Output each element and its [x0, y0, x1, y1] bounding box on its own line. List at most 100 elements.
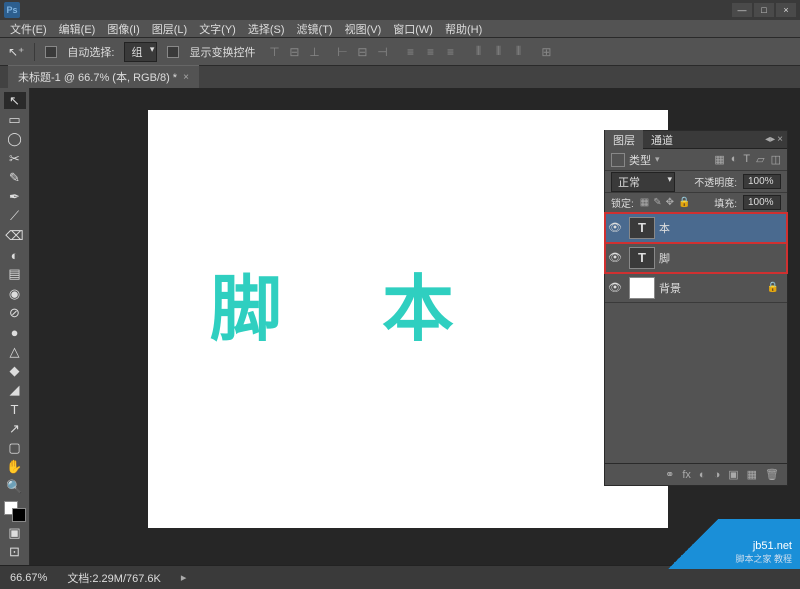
- crop-tool[interactable]: ✂: [4, 150, 26, 167]
- panel-collapse-icon[interactable]: ◂▸: [765, 134, 775, 145]
- align-left-icon[interactable]: ⊢: [333, 43, 351, 61]
- menu-select[interactable]: 选择(S): [244, 21, 289, 37]
- layer-row[interactable]: 👁 背景 🔒: [605, 273, 787, 303]
- menu-file[interactable]: 文件(E): [6, 21, 51, 37]
- menu-help[interactable]: 帮助(H): [441, 21, 486, 37]
- type-tool[interactable]: T: [4, 401, 26, 418]
- group-layers-icon[interactable]: ▣: [728, 468, 738, 481]
- visibility-toggle[interactable]: 👁: [605, 221, 625, 234]
- lock-label: 锁定:: [611, 195, 634, 210]
- dodge-tool[interactable]: ◐: [4, 246, 26, 263]
- menu-view[interactable]: 视图(V): [341, 21, 386, 37]
- tab-close-icon[interactable]: ×: [183, 72, 189, 83]
- delete-layer-icon[interactable]: 🗑: [765, 468, 779, 481]
- fill-input[interactable]: 100%: [743, 195, 781, 210]
- gradient-tool[interactable]: ▤: [4, 266, 26, 283]
- smudge-tool[interactable]: △: [4, 343, 26, 360]
- auto-select-checkbox[interactable]: [45, 46, 57, 58]
- dist-right-icon[interactable]: ⦀: [509, 43, 527, 61]
- align-right-icon[interactable]: ⊣: [373, 43, 391, 61]
- lock-position-icon[interactable]: ✥: [666, 197, 674, 208]
- shape-tool[interactable]: ▢: [4, 439, 26, 456]
- panel-tabs: 图层 通道 ◂▸ ×: [605, 131, 787, 149]
- zoom-tool[interactable]: 🔍: [4, 478, 26, 495]
- screenmode-toggle[interactable]: ⊡: [4, 544, 26, 561]
- lock-icons: ▦ ✎ ✥ 🔒: [640, 197, 691, 208]
- dist-bottom-icon[interactable]: ≡: [441, 43, 459, 61]
- dist-top-icon[interactable]: ≡: [401, 43, 419, 61]
- lock-pixels-icon[interactable]: ✎: [653, 197, 661, 208]
- filter-type-icon[interactable]: [611, 153, 625, 167]
- doc-info-arrow-icon[interactable]: ▸: [181, 571, 187, 584]
- pen-tool[interactable]: ◢: [4, 381, 26, 398]
- menu-edit[interactable]: 编辑(E): [55, 21, 100, 37]
- layer-style-icon[interactable]: fx: [682, 469, 691, 481]
- menu-filter[interactable]: 滤镜(T): [293, 21, 337, 37]
- blend-mode-dropdown[interactable]: 正常: [611, 172, 675, 192]
- menu-window[interactable]: 窗口(W): [389, 21, 437, 37]
- marquee-tool[interactable]: ▭: [4, 111, 26, 128]
- bucket-tool[interactable]: ●: [4, 324, 26, 341]
- blur-tool[interactable]: ◉: [4, 285, 26, 302]
- layer-row[interactable]: 👁 T 本: [605, 213, 787, 243]
- visibility-toggle[interactable]: 👁: [605, 251, 625, 264]
- auto-align-icon[interactable]: ⊞: [537, 43, 555, 61]
- align-bottom-icon[interactable]: ⊥: [305, 43, 323, 61]
- path-tool[interactable]: ↗: [4, 420, 26, 437]
- dist-hcenter-icon[interactable]: ⦀: [489, 43, 507, 61]
- background-swatch[interactable]: [12, 508, 26, 522]
- hand-tool[interactable]: ✋: [4, 459, 26, 476]
- dist-vcenter-icon[interactable]: ≡: [421, 43, 439, 61]
- sponge-tool[interactable]: ◆: [4, 362, 26, 379]
- layer-name[interactable]: 本: [659, 220, 787, 236]
- distribute-group-2: ⦀ ⦀ ⦀: [469, 43, 527, 61]
- lock-all-icon[interactable]: 🔒: [678, 197, 690, 208]
- align-vcenter-icon[interactable]: ⊟: [285, 43, 303, 61]
- move-tool[interactable]: ↖: [4, 92, 26, 109]
- filter-adjust-icon[interactable]: ◐: [731, 153, 738, 166]
- menu-image[interactable]: 图像(I): [103, 21, 143, 37]
- show-transform-checkbox[interactable]: [167, 46, 179, 58]
- lasso-tool[interactable]: ◯: [4, 131, 26, 148]
- brush-tool[interactable]: ✒: [4, 188, 26, 205]
- eraser-tool[interactable]: ⌫: [4, 227, 26, 244]
- menu-type[interactable]: 文字(Y): [195, 21, 240, 37]
- new-layer-icon[interactable]: ▦: [747, 468, 757, 481]
- align-top-icon[interactable]: ⊤: [265, 43, 283, 61]
- layer-name[interactable]: 背景: [659, 280, 767, 296]
- adjustment-layer-icon[interactable]: ◑: [714, 469, 721, 481]
- document-tab[interactable]: 未标题-1 @ 66.7% (本, RGB/8) * ×: [8, 65, 199, 88]
- filter-shape-icon[interactable]: ▱: [756, 153, 764, 166]
- doc-info[interactable]: 文档:2.29M/767.6K: [67, 570, 161, 586]
- close-button[interactable]: ×: [776, 3, 796, 17]
- minimize-button[interactable]: —: [732, 3, 752, 17]
- clone-tool[interactable]: ⊘: [4, 304, 26, 321]
- lock-transparency-icon[interactable]: ▦: [640, 197, 649, 208]
- quickmask-toggle[interactable]: ▣: [4, 524, 26, 541]
- filter-pixel-icon[interactable]: ▦: [714, 153, 724, 166]
- align-hcenter-icon[interactable]: ⊟: [353, 43, 371, 61]
- tab-layers[interactable]: 图层: [605, 130, 643, 150]
- filter-type-t-icon[interactable]: T: [743, 153, 750, 166]
- layer-name[interactable]: 脚: [659, 250, 787, 266]
- filter-label: 类型: [629, 152, 651, 168]
- layer-row[interactable]: 👁 T 脚: [605, 243, 787, 273]
- healing-tool[interactable]: ⟋: [4, 208, 26, 225]
- dist-left-icon[interactable]: ⦀: [469, 43, 487, 61]
- zoom-level[interactable]: 66.67%: [10, 572, 47, 584]
- opacity-input[interactable]: 100%: [743, 174, 781, 189]
- group-dropdown[interactable]: 组: [124, 42, 157, 62]
- divider: [34, 43, 35, 61]
- canvas[interactable]: 脚 本: [148, 110, 668, 528]
- tab-channels[interactable]: 通道: [643, 130, 681, 150]
- color-swatches[interactable]: [4, 501, 26, 522]
- link-layers-icon[interactable]: ⚭: [665, 468, 674, 481]
- blend-mode-row: 正常 不透明度: 100%: [605, 171, 787, 193]
- panel-close-icon[interactable]: ×: [777, 134, 783, 145]
- menu-layer[interactable]: 图层(L): [148, 21, 191, 37]
- maximize-button[interactable]: □: [754, 3, 774, 17]
- visibility-toggle[interactable]: 👁: [605, 281, 625, 294]
- eyedropper-tool[interactable]: ✎: [4, 169, 26, 186]
- filter-smart-icon[interactable]: ◫: [771, 153, 781, 166]
- layer-mask-icon[interactable]: ◐: [699, 469, 706, 481]
